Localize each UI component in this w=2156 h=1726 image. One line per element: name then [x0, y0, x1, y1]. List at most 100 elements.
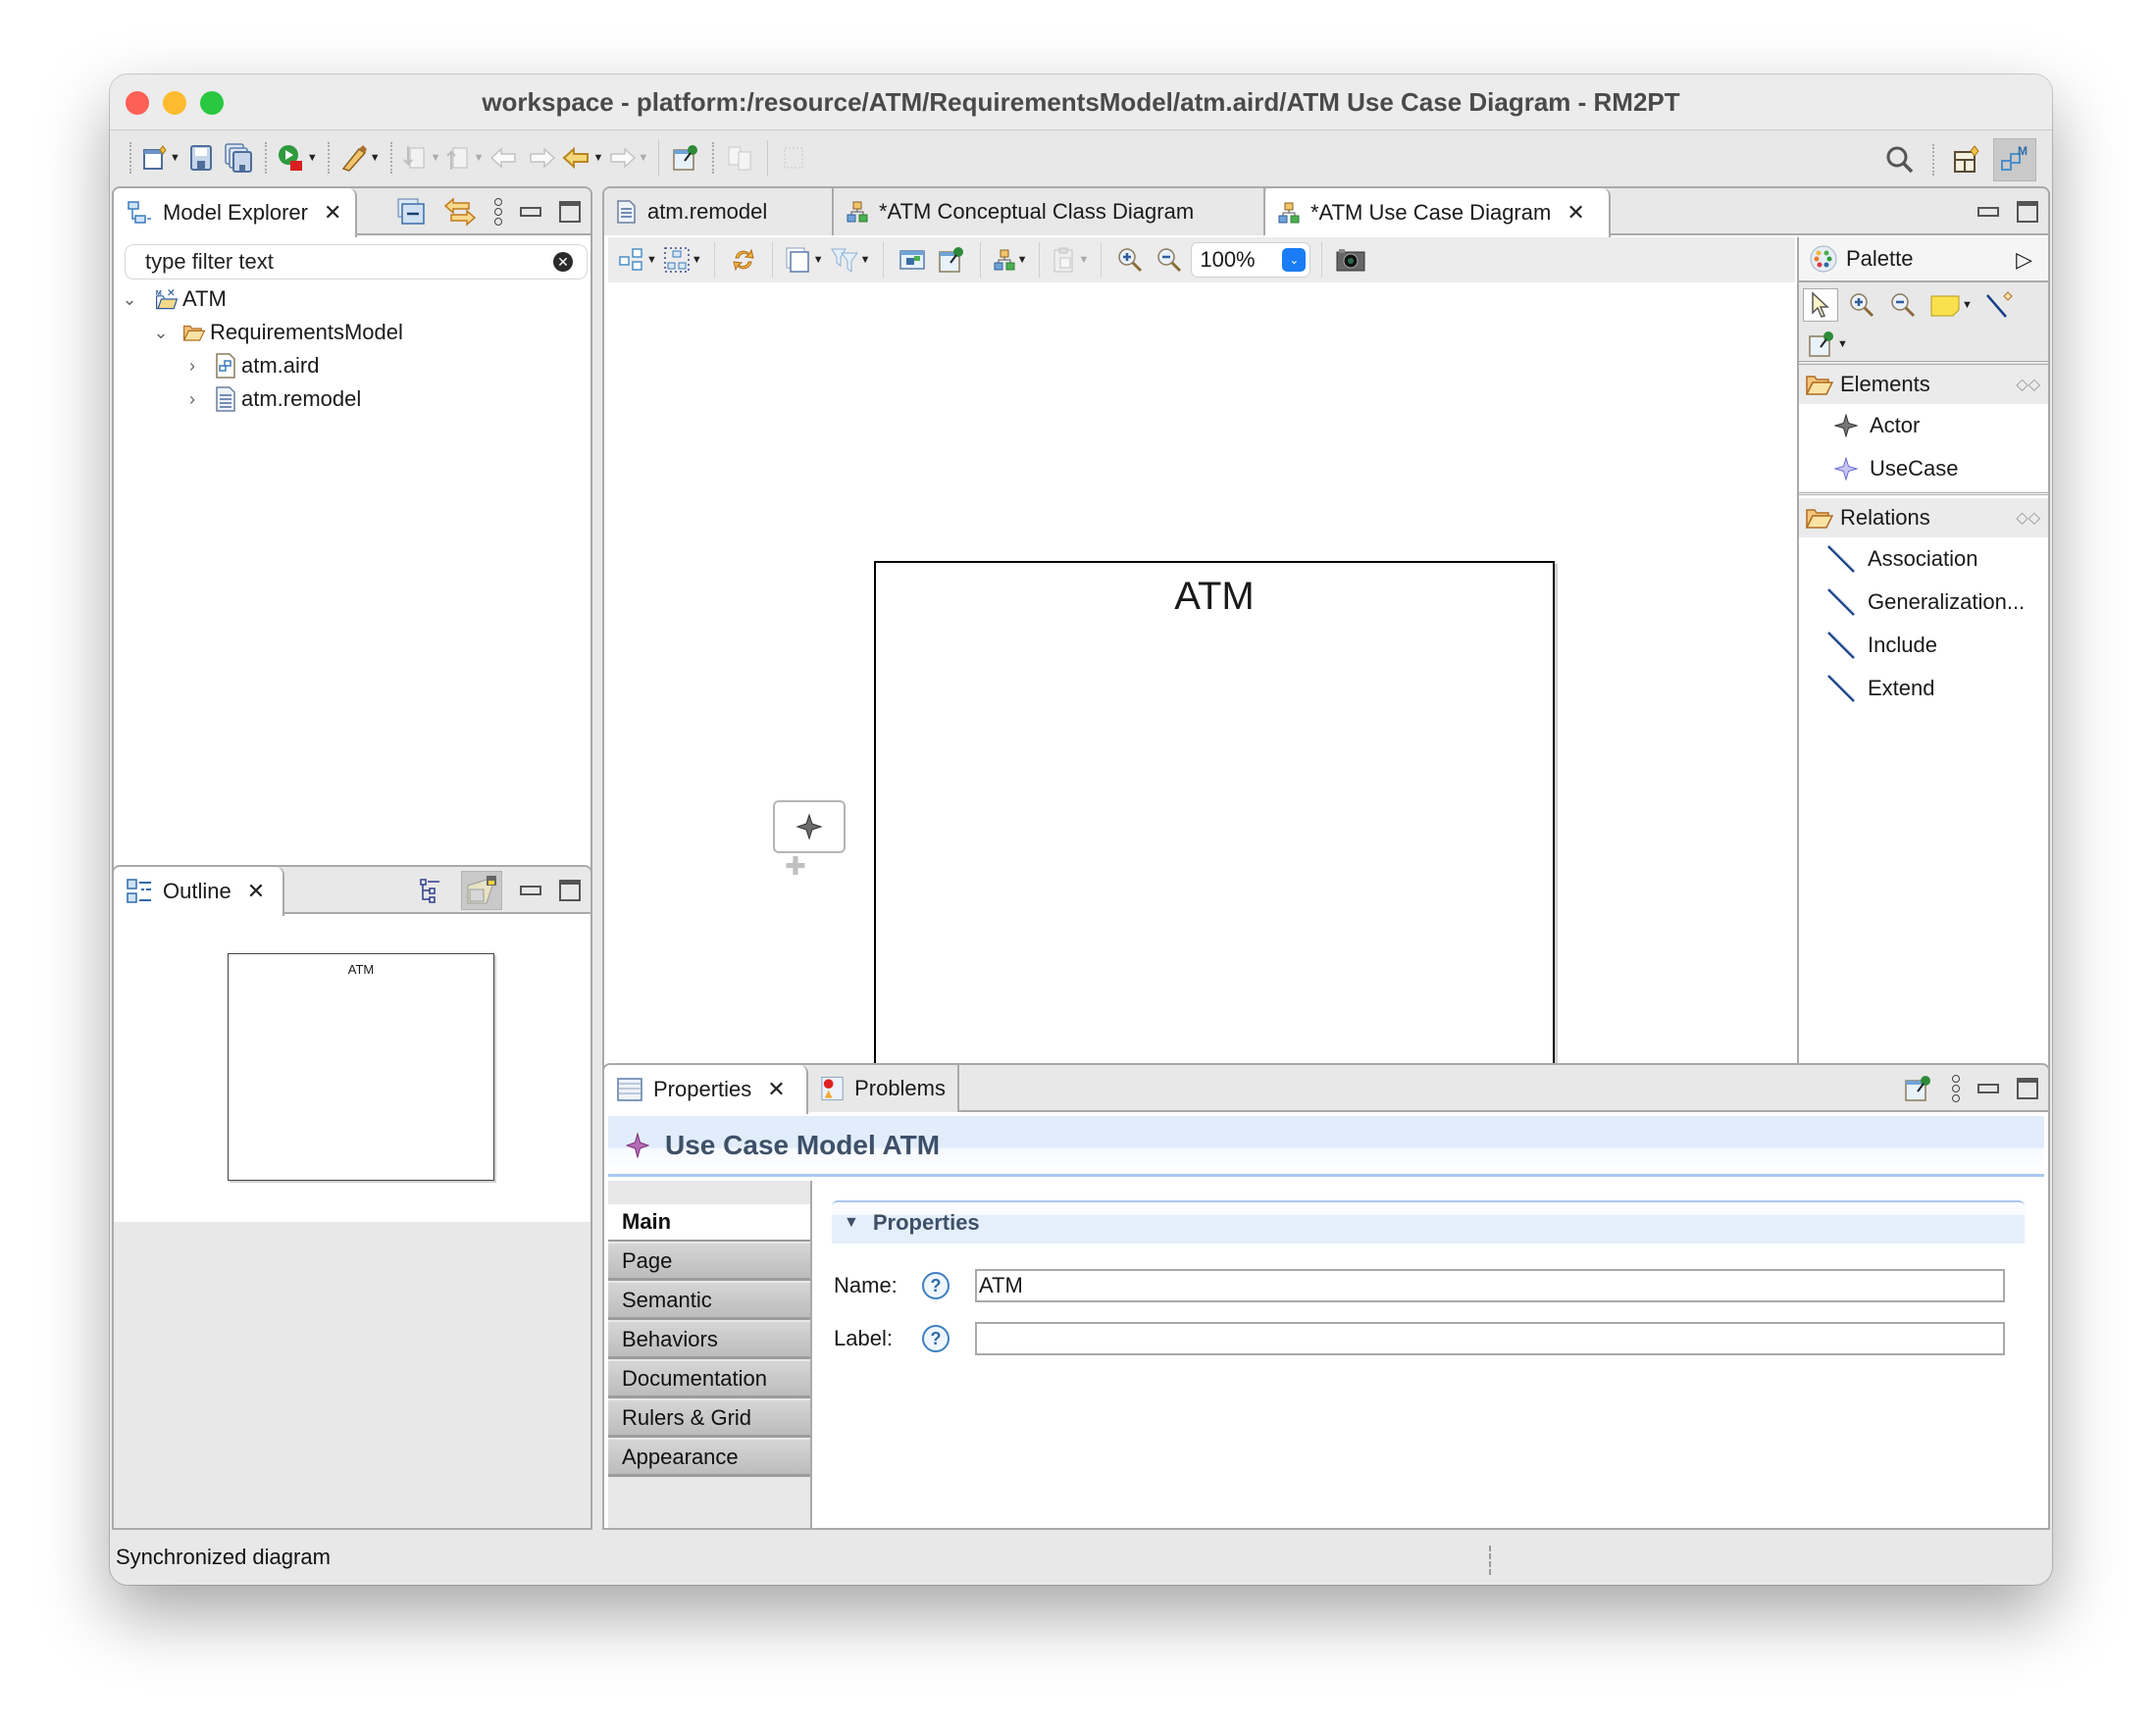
tab-outline[interactable]: Outline ✕: [114, 867, 284, 916]
minimize-icon[interactable]: [1977, 1084, 1999, 1093]
tab-atm-remodel[interactable]: atm.remodel: [604, 188, 834, 235]
maximize-icon[interactable]: [559, 880, 581, 901]
side-tab-main[interactable]: Main: [608, 1204, 810, 1242]
palette-item-generalization[interactable]: Generalization...: [1799, 581, 2048, 624]
zoom-out-tool[interactable]: [1885, 288, 1921, 322]
tab-conceptual-class-diagram[interactable]: *ATM Conceptual Class Diagram: [834, 188, 1265, 235]
refresh-button[interactable]: [727, 242, 760, 278]
pin-tool[interactable]: ▼: [1803, 328, 1852, 361]
new-wizard-button[interactable]: ▼: [141, 140, 180, 176]
last-edit-forward-button[interactable]: [525, 140, 558, 176]
tab-properties[interactable]: Properties ✕: [604, 1065, 808, 1114]
export-image-button[interactable]: [1334, 242, 1367, 278]
minimize-icon[interactable]: [520, 886, 541, 895]
tab-problems[interactable]: Problems: [808, 1065, 959, 1112]
hide-element-button[interactable]: [896, 242, 929, 278]
previous-annotation-button[interactable]: ▼: [445, 140, 484, 176]
paste-format-button[interactable]: ▼: [1052, 242, 1089, 278]
side-tab-documentation[interactable]: Documentation: [608, 1361, 810, 1398]
tree-item-atm[interactable]: ⌄ M ATM: [114, 282, 590, 316]
palette-drawer-relations[interactable]: Relations ◇◇: [1799, 498, 2048, 537]
external-tools-button[interactable]: ▼: [339, 140, 381, 176]
select-tool[interactable]: [1803, 288, 1838, 322]
name-input[interactable]: ATM: [975, 1269, 2005, 1302]
properties-section-header[interactable]: ▼ Properties: [832, 1200, 2025, 1244]
palette-item-usecase[interactable]: UseCase: [1799, 447, 2048, 490]
tab-model-explorer[interactable]: Model Explorer ✕: [114, 188, 357, 237]
close-editor-button[interactable]: ✕: [1566, 200, 1584, 226]
tree-item-requirementsmodel[interactable]: ⌄ RequirementsModel: [114, 316, 590, 349]
toggle-split-editor-button[interactable]: [724, 140, 757, 176]
zoom-in-tool[interactable]: [1844, 288, 1879, 322]
zoom-level-select[interactable]: 100% ⌄: [1192, 243, 1310, 277]
pin-view-icon[interactable]: [1903, 1074, 1934, 1103]
maximize-icon[interactable]: [2017, 1078, 2038, 1099]
palette-item-extend[interactable]: Extend: [1799, 667, 2048, 710]
note-tool[interactable]: ▼: [1926, 288, 1976, 322]
open-perspective-button[interactable]: [1950, 142, 1983, 178]
help-icon[interactable]: ?: [922, 1325, 950, 1352]
zoom-in-button[interactable]: [1113, 242, 1147, 278]
help-icon[interactable]: ?: [922, 1272, 950, 1299]
chevron-right-icon[interactable]: ›: [184, 356, 200, 377]
minimize-window-button[interactable]: [163, 91, 186, 115]
close-view-button[interactable]: ✕: [324, 200, 341, 226]
system-boundary-atm[interactable]: ATM: [874, 561, 1555, 1132]
create-element-popup[interactable]: [773, 800, 846, 853]
view-menu-icon[interactable]: [1952, 1075, 1960, 1102]
palette-item-association[interactable]: Association: [1799, 537, 2048, 581]
collapse-section-icon[interactable]: ▼: [844, 1214, 859, 1232]
arrange-selection-button[interactable]: ▼: [618, 242, 657, 278]
last-edit-back-button[interactable]: [488, 140, 521, 176]
outline-diagram-thumbnail[interactable]: ATM: [228, 953, 494, 1181]
back-button[interactable]: ▼: [562, 140, 603, 176]
palette-item-actor[interactable]: Actor: [1799, 404, 2048, 447]
chevron-down-icon[interactable]: ⌄: [153, 323, 169, 343]
pin-drawer-icon[interactable]: ◇◇: [2016, 375, 2040, 394]
label-input[interactable]: [975, 1322, 2005, 1355]
toolbar-grip[interactable]: [129, 141, 131, 174]
show-tree-outline-icon[interactable]: [418, 877, 443, 904]
tree-item-atm-remodel[interactable]: › atm.remodel: [114, 382, 590, 416]
modeling-perspective-button[interactable]: M: [1993, 138, 2036, 181]
zoom-out-button[interactable]: [1153, 242, 1186, 278]
link-with-editor-icon[interactable]: [443, 196, 477, 228]
status-bar-grip[interactable]: [1489, 1546, 1491, 1575]
layout-button[interactable]: ▼: [993, 242, 1027, 278]
save-all-button[interactable]: [222, 140, 255, 176]
palette-item-include[interactable]: Include: [1799, 624, 2048, 667]
note-attachment-tool[interactable]: [1981, 288, 2017, 322]
tab-use-case-diagram[interactable]: *ATM Use Case Diagram ✕: [1265, 188, 1611, 237]
maximize-icon[interactable]: [2017, 201, 2038, 223]
collapse-all-icon[interactable]: [396, 197, 426, 227]
save-button[interactable]: [184, 140, 218, 176]
outline-overview[interactable]: ATM: [118, 916, 587, 1222]
palette-drawer-elements[interactable]: Elements ◇◇: [1799, 365, 2048, 404]
search-button[interactable]: [1883, 142, 1917, 178]
filters-button[interactable]: ▼: [830, 242, 871, 278]
clear-filter-icon[interactable]: ✕: [553, 252, 573, 272]
close-view-button[interactable]: ✕: [247, 879, 265, 904]
close-window-button[interactable]: [126, 91, 149, 115]
pin-elements-button[interactable]: [935, 242, 968, 278]
side-tab-semantic[interactable]: Semantic: [608, 1283, 810, 1320]
chevron-down-icon[interactable]: ⌄: [122, 289, 137, 310]
collapse-palette-icon[interactable]: ▷: [2016, 247, 2032, 273]
filter-input[interactable]: type filter text ✕: [126, 245, 587, 279]
side-tab-page[interactable]: Page: [608, 1244, 810, 1281]
tree-item-atm-aird[interactable]: › atm.aird: [114, 349, 590, 382]
view-menu-icon[interactable]: [494, 198, 502, 226]
forward-button[interactable]: ▼: [607, 140, 648, 176]
side-tab-appearance[interactable]: Appearance: [608, 1440, 810, 1477]
next-annotation-button[interactable]: ▼: [402, 140, 441, 176]
pin-drawer-icon[interactable]: ◇◇: [2016, 508, 2040, 528]
layers-button[interactable]: ▼: [785, 242, 824, 278]
pin-editor-button[interactable]: [669, 140, 702, 176]
side-tab-rulers-grid[interactable]: Rulers & Grid: [608, 1400, 810, 1438]
close-view-button[interactable]: ✕: [767, 1077, 785, 1102]
maximize-icon[interactable]: [559, 201, 581, 223]
show-overview-button[interactable]: [461, 871, 502, 910]
zoom-window-button[interactable]: [200, 91, 224, 115]
toggle-block-selection-button[interactable]: [778, 140, 811, 176]
diagram-canvas[interactable]: ATM ✚: [608, 282, 1795, 1132]
